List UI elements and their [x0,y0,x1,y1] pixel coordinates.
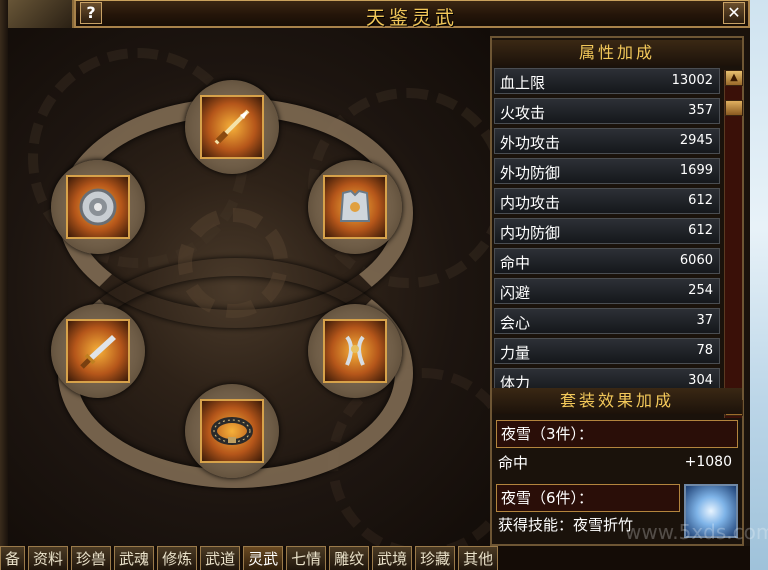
attribute-row: 外功攻击 2945 [494,128,720,154]
set6-skill-text: 获得技能：夜雪折竹 [498,516,634,534]
belt-icon[interactable] [200,399,264,463]
tab-martial-soul[interactable]: 武魂 [114,546,155,570]
scroll-up-button[interactable]: ▲ [725,70,743,86]
set3-title: 夜雪（3件）： [496,420,738,448]
attribute-label: 力量 [500,344,531,362]
attribute-header: 属性加成 [492,40,742,66]
attribute-value: 254 [688,283,713,298]
bottom-tab-bar: 备 资料 珍兽 武魂 修炼 武道 灵武 七情 雕纹 武境 珍藏 其他 [0,546,750,570]
equip-slot-dagger[interactable] [51,304,145,398]
attribute-value: 78 [696,343,713,358]
tab-other[interactable]: 其他 [458,546,499,570]
tab-martial-way[interactable]: 武道 [200,546,241,570]
equip-slot-armor[interactable] [308,160,402,254]
window-left-edge [0,0,8,570]
attribute-scrollbar[interactable]: ▲ ▼ [724,70,743,418]
set6-title: 夜雪（6件）： [496,484,680,512]
attribute-label: 内功防御 [500,224,561,242]
attribute-value: 304 [688,373,713,388]
attribute-value: 357 [688,103,713,118]
attribute-row: 命中 6060 [494,248,720,274]
set3-stat-label: 命中 [498,454,529,472]
tab-equipment[interactable]: 备 [0,546,26,570]
attribute-label: 会心 [500,314,531,332]
attribute-label: 命中 [500,254,531,272]
title-bar: 天鉴灵武 [74,0,750,29]
tab-carving[interactable]: 雕纹 [329,546,370,570]
equip-slot-amulet[interactable] [51,160,145,254]
equip-slot-ring[interactable] [308,304,402,398]
site-watermark: www.5xds.com [625,520,768,544]
ring-icon[interactable] [323,319,387,383]
attribute-label: 外功攻击 [500,134,561,152]
amulet-icon[interactable] [66,175,130,239]
scroll-thumb[interactable] [725,100,743,116]
attribute-row: 火攻击 357 [494,98,720,124]
tab-martial-realm[interactable]: 武境 [372,546,413,570]
equip-slot-belt[interactable] [185,384,279,478]
tab-cultivation[interactable]: 修炼 [157,546,198,570]
tab-collection[interactable]: 珍藏 [415,546,456,570]
equip-slot-spear[interactable] [185,80,279,174]
set3-stat-value: +1080 [684,454,732,470]
attribute-row: 会心 37 [494,308,720,334]
tab-lingwu[interactable]: 灵武 [243,546,284,570]
spear-icon[interactable] [200,95,264,159]
attribute-label: 火攻击 [500,104,546,122]
dagger-icon[interactable] [66,319,130,383]
background-snow-scene [750,0,768,570]
attribute-label: 内功攻击 [500,194,561,212]
window-title: 天鉴灵武 [365,7,458,29]
attribute-value: 612 [688,223,713,238]
attribute-label: 闪避 [500,284,531,302]
attribute-row: 力量 78 [494,338,720,364]
attribute-row: 闪避 254 [494,278,720,304]
attribute-value: 612 [688,193,713,208]
attribute-row: 内功攻击 612 [494,188,720,214]
attribute-value: 13002 [671,73,713,88]
attribute-panel: 属性加成 血上限 13002 火攻击 357 外功攻击 2945 外功防御 1699 内… [490,36,744,546]
tab-profile[interactable]: 资料 [28,546,69,570]
attribute-list[interactable]: 血上限 13002 火攻击 357 外功攻击 2945 外功防御 1699 内功攻击 61… [494,68,722,418]
close-button[interactable]: ✕ [723,2,745,24]
equipment-panel [8,28,490,546]
center-gear [178,208,288,318]
attribute-value: 2945 [679,133,713,148]
tab-seven-emotions[interactable]: 七情 [286,546,327,570]
help-button[interactable]: ? [80,2,102,24]
attribute-label: 血上限 [500,74,546,92]
set-bonus-header: 套装效果加成 [492,388,742,414]
attribute-row: 内功防御 612 [494,218,720,244]
attribute-value: 1699 [679,163,713,178]
attribute-row: 血上限 13002 [494,68,720,94]
attribute-value: 6060 [679,253,713,268]
attribute-row: 外功防御 1699 [494,158,720,184]
window-corner-ornament [0,0,74,28]
armor-icon[interactable] [323,175,387,239]
tab-pets[interactable]: 珍兽 [71,546,112,570]
attribute-value: 37 [696,313,713,328]
attribute-label: 外功防御 [500,164,561,182]
